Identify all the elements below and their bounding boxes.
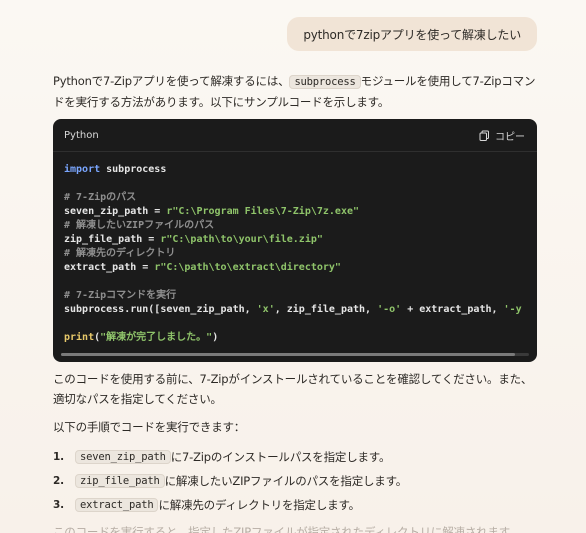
- assistant-response: Pythonで7-Zipアプリを使って解凍するには、 subprocess モジュー…: [53, 71, 537, 533]
- step-item: 3. extract_path に解凍先のディレクトリを指定します。: [53, 493, 537, 517]
- step-text: に解凍したいZIPファイルのパスを指定します。: [164, 474, 408, 488]
- inline-code-subprocess: subprocess: [289, 75, 361, 89]
- code-text: subprocess: [100, 164, 167, 175]
- final-paragraph: このコードを実行すると、指定したZIPファイルが指定されたディレクトリに解凍され…: [53, 525, 521, 533]
- step-number: 3.: [53, 499, 64, 511]
- code-text: + extract_path,: [401, 304, 504, 315]
- code-comment: # 解凍したいZIPファイルのパス: [64, 220, 215, 231]
- user-message-bubble: pythonで7zipアプリを使って解凍したい: [287, 17, 537, 51]
- step-text: に7-Zipのインストールパスを指定します。: [170, 450, 391, 464]
- code-text: subprocess.run([seven_zip_path,: [64, 304, 257, 315]
- code-content: import subprocess # 7-Zipのパス seven_zip_pa…: [53, 152, 537, 345]
- code-text: zip_file_path =: [64, 234, 161, 245]
- code-line: # 7-Zipのパス: [64, 191, 526, 205]
- copy-button[interactable]: コピー: [479, 128, 525, 143]
- code-line: # 解凍先のディレクトリ: [64, 247, 526, 261]
- code-line: # 解凍したいZIPファイルのパス: [64, 219, 526, 233]
- step-item: 2. zip_file_path に解凍したいZIPファイルのパスを指定します。: [53, 469, 537, 493]
- code-text: , zip_file_path,: [274, 304, 378, 315]
- code-comment: # 解凍先のディレクトリ: [64, 248, 176, 259]
- code-line: seven_zip_path = r"C:\Program Files\7-Zi…: [64, 205, 526, 219]
- code-text: seven_zip_path =: [64, 206, 167, 217]
- code-text: extract_path =: [64, 262, 155, 273]
- code-string: '-y: [503, 304, 522, 315]
- code-line: subprocess.run([seven_zip_path, 'x', zip…: [64, 303, 526, 317]
- code-block-header: Python コピー: [53, 119, 537, 152]
- copy-icon: [479, 130, 490, 141]
- step-number: 1.: [53, 451, 64, 463]
- code-string: "解凍が完了しました。": [100, 332, 213, 343]
- code-string: r"C:\Program Files\7-Zip\7z.exe": [166, 206, 360, 217]
- code-horizontal-scrollbar[interactable]: [61, 353, 529, 356]
- step-number: 2.: [53, 475, 64, 487]
- code-line: print("解凍が完了しました。"): [64, 331, 526, 345]
- code-line: extract_path = r"C:\path\to\extract\dire…: [64, 261, 526, 275]
- code-string: r"C:\path\to\extract\directory": [154, 262, 341, 273]
- intro-text-1: Pythonで7-Zipアプリを使って解凍するには、: [53, 74, 290, 88]
- code-block: Python コピー import subprocess # 7-Zipのパス s…: [53, 119, 537, 362]
- code-comment: # 7-Zipコマンドを実行: [64, 290, 177, 301]
- code-text: ): [212, 332, 219, 343]
- code-string: r"C:\path\to\your\file.zip": [160, 234, 323, 245]
- step-text: に解凍先のディレクトリを指定します。: [158, 498, 360, 512]
- after-code-paragraph: このコードを使用する前に、7-Zipがインストールされていることを確認してくださ…: [53, 372, 533, 406]
- steps-list: 1. seven_zip_path に7-Zipのインストールパスを指定します。 2.…: [53, 445, 537, 517]
- copy-button-label: コピー: [495, 131, 525, 143]
- code-function: print: [64, 332, 95, 343]
- step-item: 1. seven_zip_path に7-Zipのインストールパスを指定します。: [53, 445, 537, 469]
- code-string: 'x': [256, 304, 275, 315]
- step-inline-code: extract_path: [75, 498, 159, 512]
- code-string: '-o': [377, 304, 402, 315]
- code-line: import subprocess: [64, 163, 526, 177]
- user-message-text: pythonで7zipアプリを使って解凍したい: [303, 27, 521, 42]
- code-line: zip_file_path = r"C:\path\to\your\file.z…: [64, 233, 526, 247]
- code-keyword: import: [64, 164, 101, 175]
- steps-intro: 以下の手順でコードを実行できます：: [53, 420, 246, 434]
- code-scrollbar-thumb[interactable]: [61, 353, 515, 356]
- step-inline-code: seven_zip_path: [75, 450, 171, 464]
- code-comment: # 7-Zipのパス: [64, 192, 137, 203]
- step-inline-code: zip_file_path: [75, 474, 165, 488]
- intro-paragraph: Pythonで7-Zipアプリを使って解凍するには、 subprocess モジュー…: [53, 71, 537, 112]
- code-line: # 7-Zipコマンドを実行: [64, 289, 526, 303]
- code-language-label: Python: [64, 129, 99, 141]
